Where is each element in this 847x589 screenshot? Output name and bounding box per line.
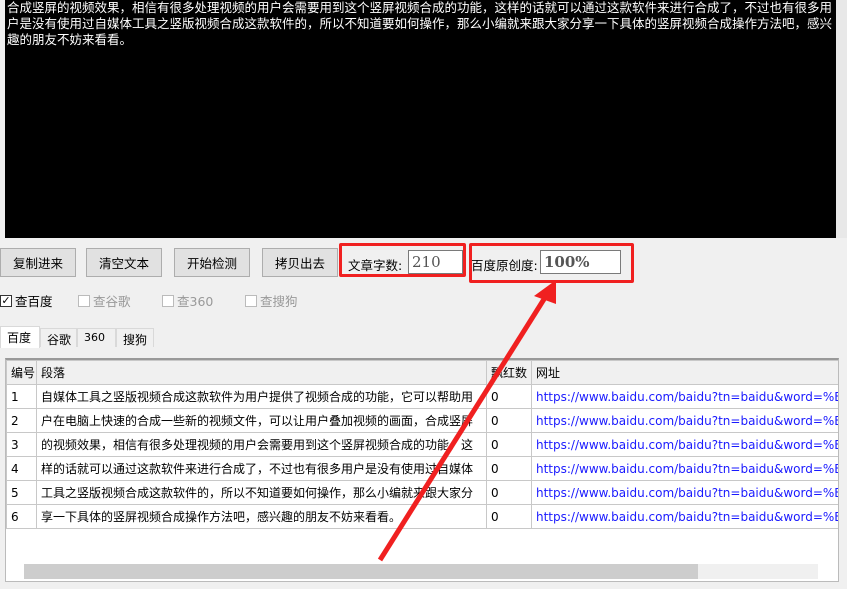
arrow-shaft: [377, 294, 549, 562]
annotation-arrow: [377, 280, 556, 562]
